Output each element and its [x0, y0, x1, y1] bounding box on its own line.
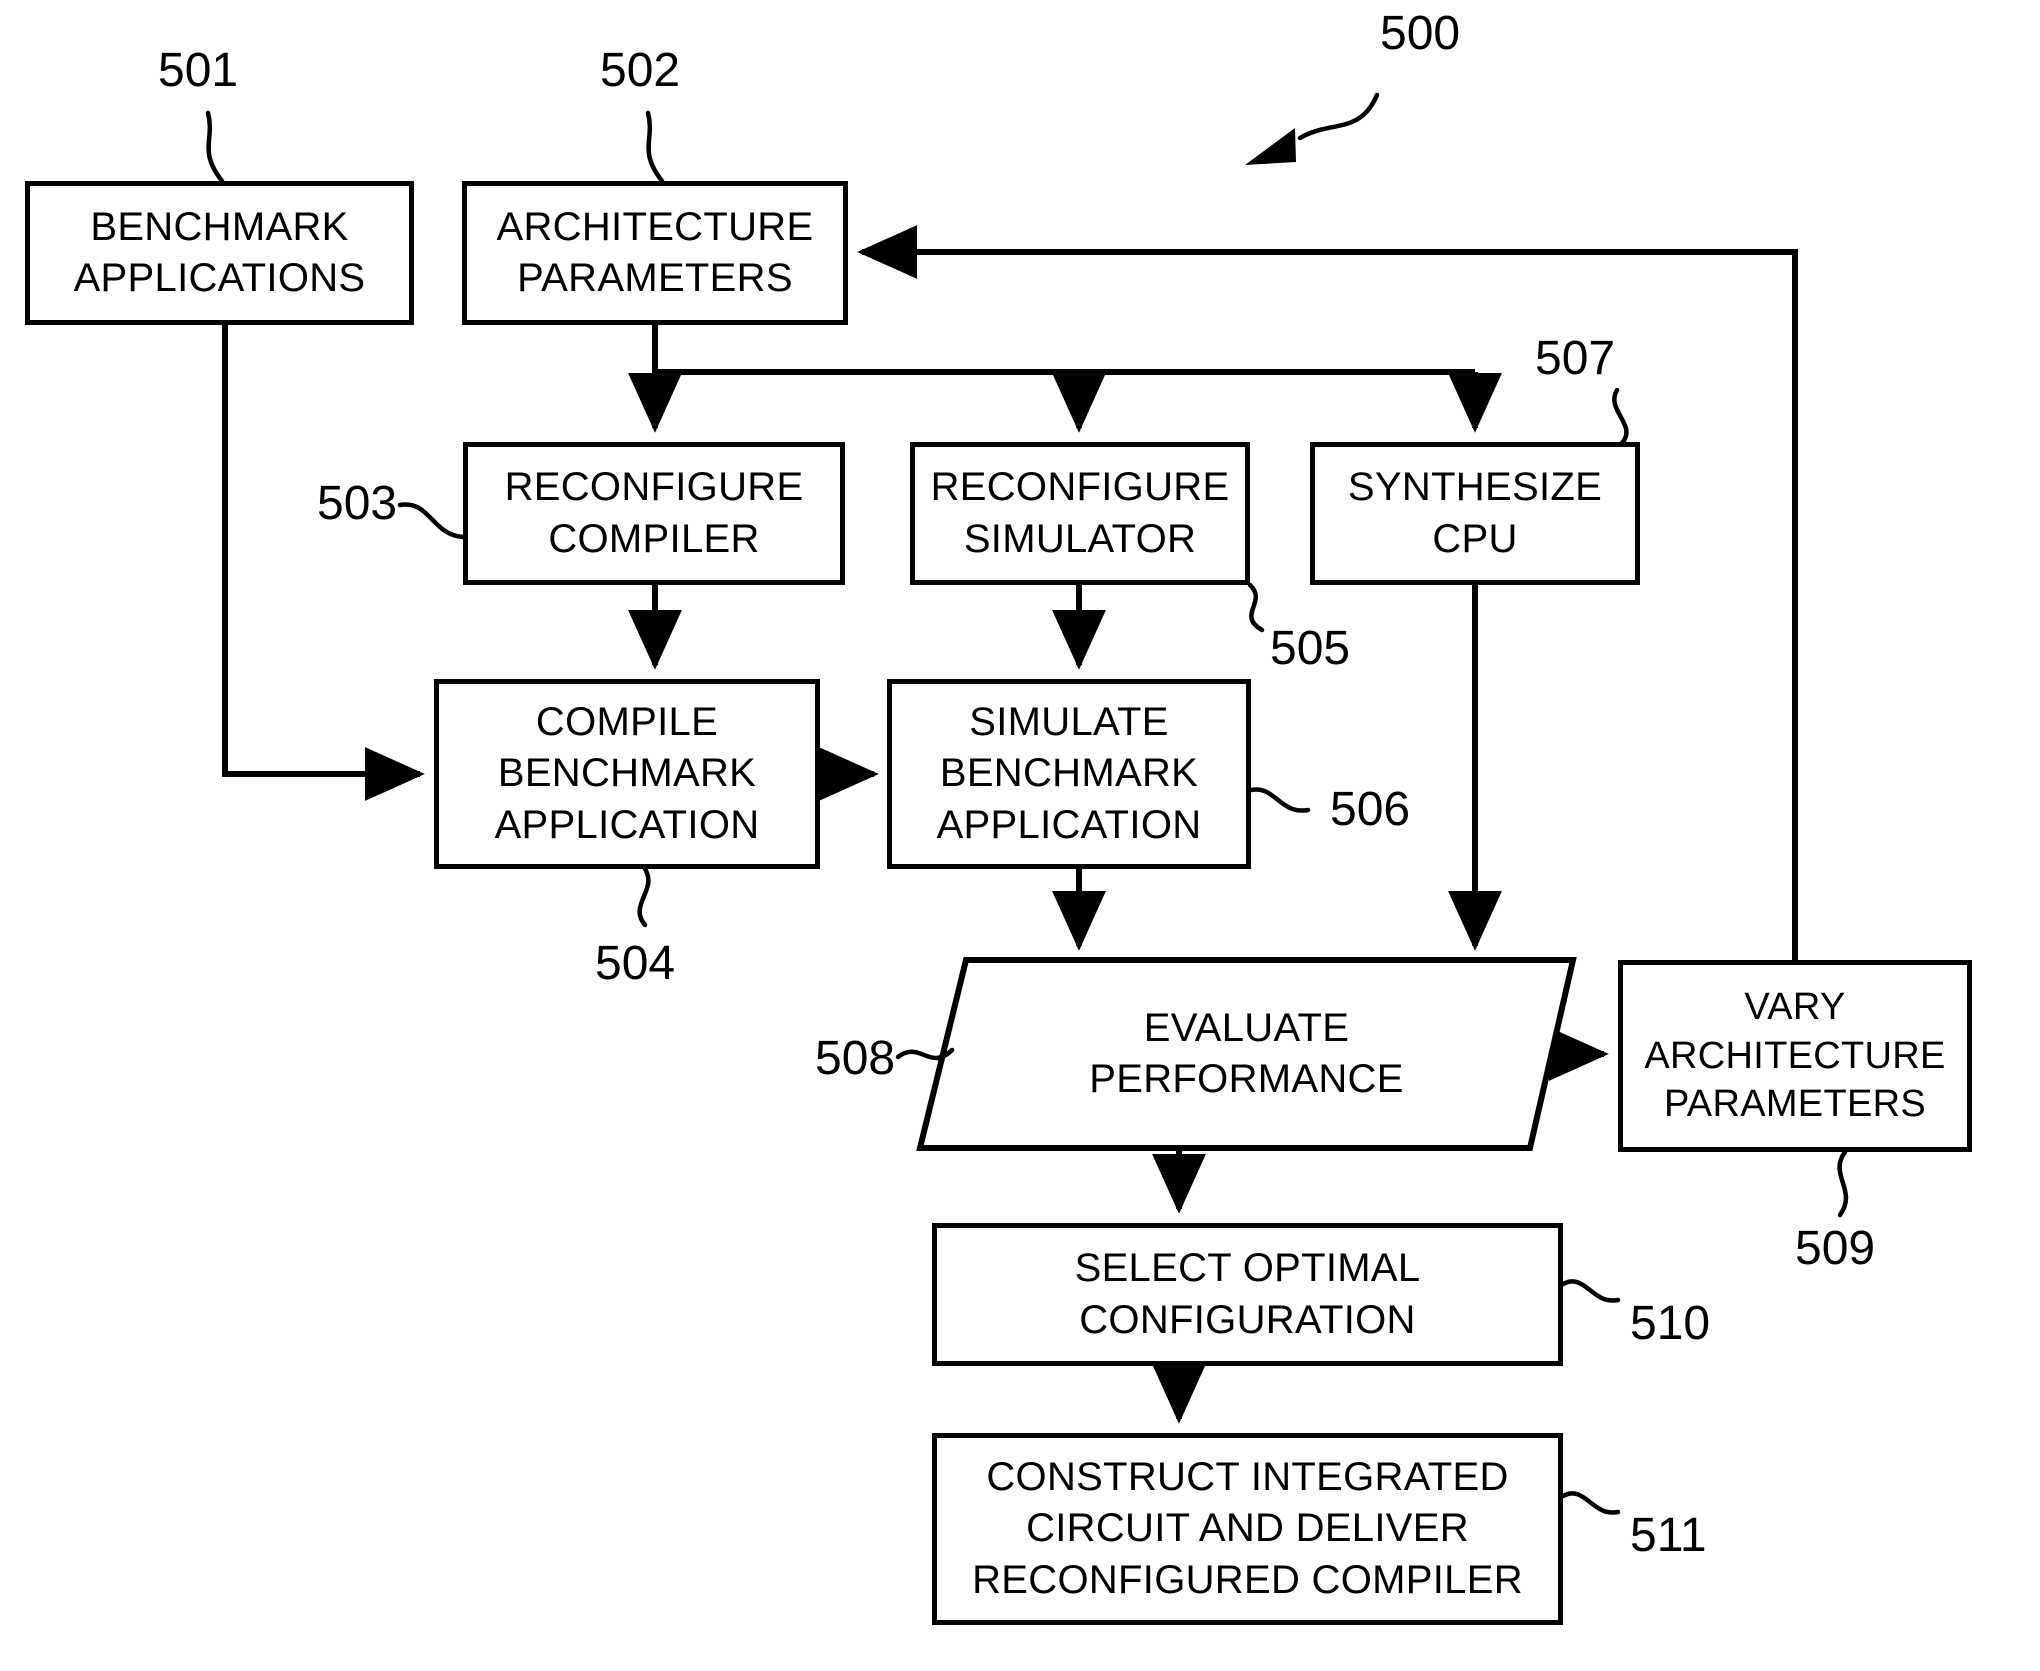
- leader-502: [645, 110, 665, 184]
- ref-502: 502: [600, 44, 681, 97]
- node-label-line: RECONFIGURE: [504, 465, 804, 510]
- leader-500-arrowhead: [1245, 128, 1296, 165]
- leader-511: [1560, 1491, 1621, 1515]
- leader-504: [637, 866, 651, 928]
- node-label-line: SIMULATE: [969, 700, 1169, 745]
- ref-505: 505: [1270, 622, 1351, 675]
- ref-509: 509: [1795, 1222, 1876, 1275]
- node-benchmark-applications[interactable]: BENCHMARK APPLICATIONS: [25, 181, 414, 325]
- node-label-line: RECONFIGURE: [930, 465, 1230, 510]
- leader-507: [1612, 387, 1629, 446]
- node-label-line: APPLICATIONS: [73, 256, 366, 300]
- node-vary-architecture-parameters[interactable]: VARY ARCHITECTURE PARAMETERS: [1618, 960, 1972, 1152]
- node-label-line: PARAMETERS: [1663, 1083, 1926, 1126]
- node-label-line: PERFORMANCE: [1089, 1057, 1404, 1101]
- ref-500: 500: [1380, 7, 1461, 60]
- node-label-line: COMPILER: [548, 516, 760, 561]
- leader-510: [1560, 1279, 1621, 1303]
- node-label-line: CPU: [1432, 516, 1518, 561]
- node-label-line: EVALUATE: [1143, 1005, 1350, 1050]
- ref-501: 501: [158, 44, 239, 97]
- node-reconfigure-simulator[interactable]: RECONFIGURE SIMULATOR: [910, 442, 1250, 585]
- node-label-line: BENCHMARK: [90, 204, 349, 249]
- ref-511: 511: [1630, 1509, 1707, 1562]
- leader-505: [1247, 582, 1265, 633]
- node-label-line: CONFIGURATION: [1079, 1297, 1416, 1342]
- node-label-line: BENCHMARK: [939, 751, 1199, 796]
- ref-503: 503: [317, 477, 398, 530]
- node-simulate-benchmark-application[interactable]: SIMULATE BENCHMARK APPLICATION: [887, 679, 1251, 869]
- node-label-line: SIMULATOR: [963, 516, 1197, 561]
- ref-510: 510: [1630, 1297, 1711, 1350]
- leader-506: [1248, 787, 1311, 813]
- node-label-line: RECONFIGURED COMPILER: [972, 1557, 1523, 1602]
- node-compile-benchmark-application[interactable]: COMPILE BENCHMARK APPLICATION: [434, 679, 820, 869]
- node-evaluate-performance[interactable]: EVALUATE PERFORMANCE: [920, 960, 1573, 1148]
- ref-507: 507: [1535, 332, 1616, 385]
- node-construct-integrated-circuit[interactable]: CONSTRUCT INTEGRATED CIRCUIT AND DELIVER…: [932, 1433, 1563, 1625]
- node-label-line: COMPILE: [535, 700, 719, 745]
- node-label-line: SYNTHESIZE: [1347, 465, 1603, 510]
- node-select-optimal-configuration[interactable]: SELECT OPTIMAL CONFIGURATION: [932, 1223, 1563, 1366]
- ref-504: 504: [595, 937, 676, 990]
- node-label-line: VARY: [1744, 986, 1846, 1029]
- node-label-line: APPLICATION: [936, 802, 1202, 847]
- node-label-line: PARAMETERS: [517, 256, 793, 300]
- node-label-line: ARCHITECTURE: [496, 204, 814, 249]
- ref-508: 508: [815, 1032, 896, 1085]
- node-synthesize-cpu[interactable]: SYNTHESIZE CPU: [1310, 442, 1640, 585]
- patent-figure-500: BENCHMARK APPLICATIONS ARCHITECTURE PARA…: [0, 0, 2040, 1671]
- node-label-line: SELECT OPTIMAL: [1074, 1246, 1421, 1291]
- node-architecture-parameters[interactable]: ARCHITECTURE PARAMETERS: [462, 181, 848, 325]
- node-label-line: BENCHMARK: [497, 751, 757, 796]
- leader-503: [397, 502, 466, 540]
- leader-501: [205, 110, 225, 184]
- leader-509: [1837, 1149, 1849, 1218]
- node-label-line: CIRCUIT AND DELIVER: [1026, 1506, 1469, 1551]
- edge-benchmark-to-compile: [222, 325, 425, 801]
- node-label-line: ARCHITECTURE: [1644, 1034, 1946, 1077]
- node-label-line: APPLICATION: [494, 802, 760, 847]
- node-label-line: CONSTRUCT INTEGRATED: [986, 1455, 1509, 1500]
- leader-500: [1297, 92, 1380, 141]
- node-reconfigure-compiler[interactable]: RECONFIGURE COMPILER: [463, 442, 845, 585]
- ref-506: 506: [1330, 783, 1411, 836]
